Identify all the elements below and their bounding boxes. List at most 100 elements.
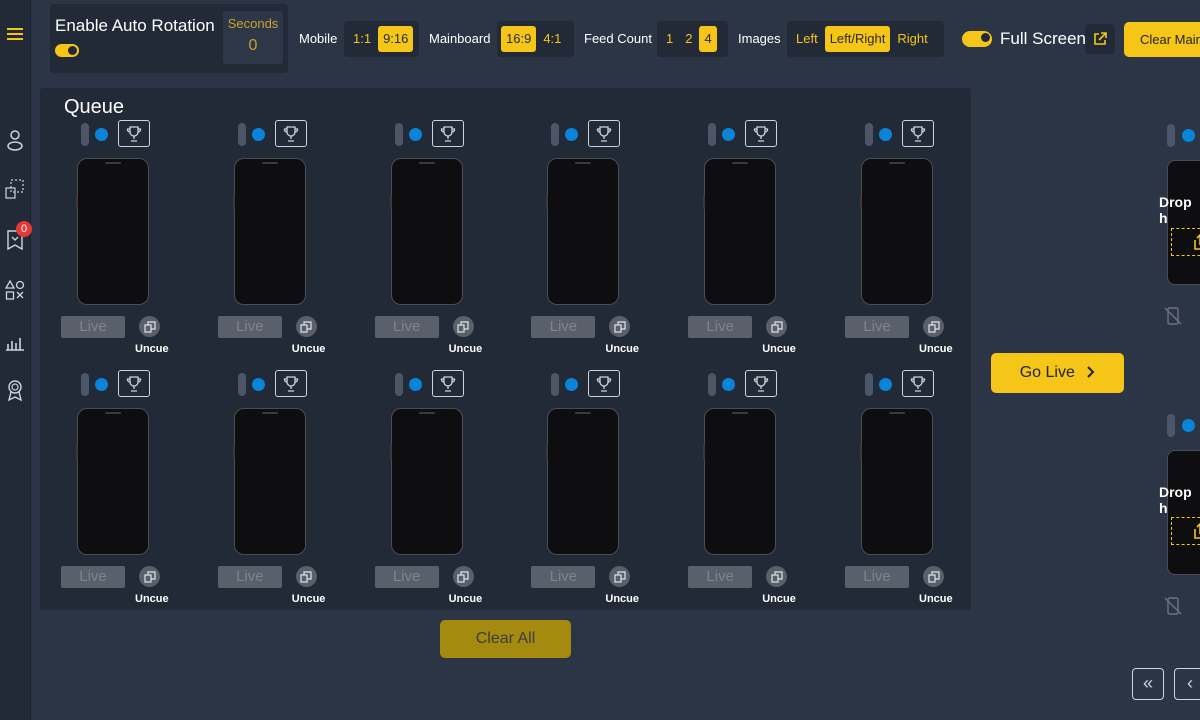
slot-drag-handle[interactable]	[865, 373, 873, 396]
award-icon[interactable]	[3, 378, 27, 402]
trophy-button[interactable]	[274, 120, 307, 147]
slot-status-indicator[interactable]	[565, 128, 579, 141]
slot-phone-preview[interactable]	[232, 158, 306, 305]
slot-phone-preview[interactable]	[860, 408, 933, 555]
slot-drag-handle[interactable]	[865, 123, 873, 146]
trophy-button[interactable]	[745, 120, 778, 147]
uncue-button[interactable]	[452, 566, 474, 587]
slot-phone-preview[interactable]	[389, 158, 463, 305]
mobile-option-1-1[interactable]: 1:1	[348, 26, 376, 52]
slot-drag-handle[interactable]	[394, 373, 403, 396]
mainboard-slot-2-handle[interactable]	[1167, 414, 1175, 437]
slot-drag-handle[interactable]	[551, 373, 560, 396]
feed-count-option-4[interactable]: 4	[699, 26, 717, 52]
slot-live-button[interactable]: Live	[217, 316, 282, 338]
slot-drag-handle[interactable]	[394, 123, 403, 146]
slot-status-indicator[interactable]	[565, 378, 579, 391]
slot-live-button[interactable]: Live	[374, 316, 439, 338]
mainboard-slot-1-indicator[interactable]	[1182, 129, 1195, 142]
mainboard-slot-1-handle[interactable]	[1167, 124, 1175, 147]
user-icon[interactable]	[3, 127, 27, 151]
analytics-icon[interactable]	[3, 329, 27, 353]
slot-live-button[interactable]: Live	[531, 566, 596, 588]
images-option-left-right[interactable]: Left/Right	[824, 26, 891, 52]
selection-icon[interactable]	[3, 177, 27, 201]
slot-live-button[interactable]: Live	[688, 316, 753, 338]
menu-icon[interactable]	[3, 22, 27, 46]
slot-phone-preview[interactable]	[860, 158, 933, 305]
uncue-button[interactable]	[766, 316, 788, 337]
mobile-option-9-16[interactable]: 9:16	[378, 26, 414, 52]
full-screen-toggle[interactable]	[962, 31, 992, 47]
uncue-button[interactable]	[766, 566, 788, 587]
open-external-button[interactable]	[1085, 24, 1115, 54]
trophy-button[interactable]	[902, 120, 934, 147]
slot-phone-preview[interactable]	[232, 408, 306, 555]
trophy-button[interactable]	[274, 370, 307, 397]
go-live-button[interactable]: Go Live	[991, 353, 1124, 393]
slot-drag-handle[interactable]	[708, 123, 717, 146]
slot-status-indicator[interactable]	[722, 378, 736, 391]
previous-page-button[interactable]: ‹	[1174, 668, 1200, 700]
uncue-button[interactable]	[295, 566, 317, 587]
slot-live-button[interactable]: Live	[845, 316, 909, 338]
trophy-button[interactable]	[431, 370, 464, 397]
slot-drag-handle[interactable]	[708, 373, 717, 396]
slot-phone-preview[interactable]	[703, 408, 777, 555]
auto-rotation-toggle[interactable]	[55, 44, 79, 57]
slot-live-button[interactable]: Live	[61, 566, 125, 588]
slot-drag-handle[interactable]	[551, 123, 560, 146]
trophy-button[interactable]	[588, 120, 621, 147]
feed-count-option-2[interactable]: 2	[680, 26, 697, 52]
slot-status-indicator[interactable]	[879, 378, 892, 391]
slot-phone-preview[interactable]	[546, 408, 620, 555]
trophy-button[interactable]	[118, 370, 150, 397]
first-page-button[interactable]: «	[1132, 668, 1164, 700]
mainboard-option-16-9[interactable]: 16:9	[501, 26, 537, 52]
mainboard-slot-2-indicator[interactable]	[1182, 419, 1195, 432]
feed-count-option-1[interactable]: 1	[661, 26, 678, 52]
trophy-button[interactable]	[745, 370, 778, 397]
slot-drag-handle[interactable]	[237, 123, 246, 146]
slot-status-indicator[interactable]	[95, 128, 108, 141]
slot-live-button[interactable]: Live	[217, 566, 282, 588]
slot-status-indicator[interactable]	[251, 378, 265, 391]
clear-main-button[interactable]: Clear Main	[1124, 22, 1200, 57]
seconds-input[interactable]: Seconds 0	[223, 11, 283, 64]
slot-live-button[interactable]: Live	[531, 316, 596, 338]
slot-phone-preview[interactable]	[389, 408, 463, 555]
slot-drag-handle[interactable]	[81, 123, 89, 146]
slot-drag-handle[interactable]	[81, 373, 89, 396]
clear-all-button[interactable]: Clear All	[440, 620, 571, 658]
uncue-button[interactable]	[609, 316, 631, 337]
slot-status-indicator[interactable]	[95, 378, 108, 391]
mainboard-slot-2-upload-area[interactable]	[1171, 517, 1200, 545]
slot-phone-preview[interactable]	[76, 158, 149, 305]
trophy-button[interactable]	[588, 370, 621, 397]
trophy-button[interactable]	[902, 370, 934, 397]
slot-status-indicator[interactable]	[408, 128, 422, 141]
slot-live-button[interactable]: Live	[61, 316, 125, 338]
trophy-button[interactable]	[118, 120, 150, 147]
mainboard-option-4-1[interactable]: 4:1	[538, 26, 566, 52]
uncue-button[interactable]	[295, 316, 317, 337]
slot-live-button[interactable]: Live	[688, 566, 753, 588]
slot-phone-preview[interactable]	[76, 408, 149, 555]
slot-status-indicator[interactable]	[722, 128, 736, 141]
slot-status-indicator[interactable]	[408, 378, 422, 391]
uncue-button[interactable]	[452, 316, 474, 337]
uncue-button[interactable]	[609, 566, 631, 587]
mainboard-slot-1-upload-area[interactable]	[1171, 228, 1200, 256]
slot-phone-preview[interactable]	[546, 158, 620, 305]
images-option-right[interactable]: Right	[892, 26, 932, 52]
slot-status-indicator[interactable]	[251, 128, 265, 141]
uncue-button[interactable]	[923, 566, 944, 587]
uncue-button[interactable]	[139, 316, 160, 337]
shapes-icon[interactable]	[3, 278, 27, 302]
uncue-button[interactable]	[139, 566, 160, 587]
slot-live-button[interactable]: Live	[845, 566, 909, 588]
images-option-left[interactable]: Left	[791, 26, 823, 52]
slot-drag-handle[interactable]	[237, 373, 246, 396]
uncue-button[interactable]	[923, 316, 944, 337]
slot-status-indicator[interactable]	[879, 128, 892, 141]
